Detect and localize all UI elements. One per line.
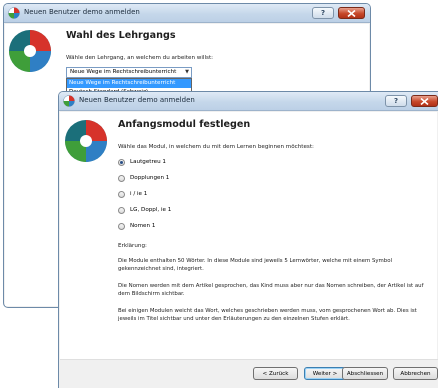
back-description: Wähle den Lehrgang, an welchem du arbeit… (66, 55, 214, 61)
back-window-title: Neuen Benutzer demo anmelden (24, 8, 140, 16)
explanation-heading: Erklärung: (118, 243, 147, 249)
front-window-title: Neuen Benutzer demo anmelden (79, 96, 195, 104)
radio-button-selected[interactable] (118, 158, 125, 166)
course-option[interactable]: Neue Wege im Rechtschreibunterricht (67, 79, 191, 88)
next-button[interactable]: Weiter > (304, 367, 346, 380)
front-content: Anfangsmodul festlegen Wähle das Modul, … (60, 112, 437, 387)
module-option-dopplungen[interactable]: Dopplungen 1 (118, 173, 169, 183)
explanation-paragraph: Die Nomen werden mit dem Artikel gesproc… (118, 283, 424, 297)
app-icon (8, 7, 20, 19)
front-title-bar: Neuen Benutzer demo anmelden ? (59, 92, 438, 111)
front-help-button[interactable]: ? (385, 95, 407, 107)
wizard-button-bar: < Zurück Weiter > Abschliessen Abbrechen (60, 359, 438, 388)
app-logo-icon (65, 120, 107, 162)
back-help-button[interactable]: ? (312, 7, 334, 19)
module-option-i-ie[interactable]: i / ie 1 (118, 189, 147, 199)
module-option-nomen[interactable]: Nomen 1 (118, 221, 155, 231)
module-label: Dopplungen 1 (130, 175, 170, 181)
module-label: Nomen 1 (130, 223, 156, 229)
radio-button[interactable] (118, 174, 125, 182)
app-logo-icon (9, 30, 51, 72)
front-description: Wähle das Modul, in welchem du mit dem L… (118, 144, 314, 150)
radio-button[interactable] (118, 206, 125, 214)
cancel-button[interactable]: Abbrechen (393, 367, 438, 380)
front-page-title: Anfangsmodul festlegen (118, 119, 251, 130)
app-icon (63, 95, 75, 107)
radio-button[interactable] (118, 222, 125, 230)
explanation-paragraph: Bei einigen Modulen weicht das Wort, wel… (118, 308, 417, 322)
course-select-value: Neue Wege im Rechtschreibunterricht (70, 69, 177, 75)
back-button[interactable]: < Zurück (253, 367, 298, 380)
course-select[interactable]: Neue Wege im Rechtschreibunterricht ▼ (66, 67, 192, 78)
close-icon (347, 9, 356, 17)
module-label: Lautgetreu 1 (130, 159, 166, 165)
back-title-bar: Neuen Benutzer demo anmelden ? (4, 4, 370, 23)
dropdown-arrow-icon: ▼ (185, 69, 189, 75)
close-icon (420, 97, 429, 105)
module-option-lautgetreu[interactable]: Lautgetreu 1 (118, 157, 166, 167)
module-label: LG, Doppl, ie 1 (130, 207, 172, 213)
front-wizard-window: Neuen Benutzer demo anmelden ? Anfangsmo… (58, 91, 438, 388)
back-page-title: Wahl des Lehrgangs (66, 30, 176, 41)
module-option-lg-doppl-ie[interactable]: LG, Doppl, ie 1 (118, 205, 171, 215)
finish-button[interactable]: Abschliessen (342, 367, 388, 380)
explanation-paragraph: Die Module enthalten 50 Wörter. In diese… (118, 258, 393, 272)
front-close-button[interactable] (411, 95, 438, 107)
module-label: i / ie 1 (130, 191, 148, 197)
back-close-button[interactable] (338, 7, 365, 19)
help-icon: ? (320, 9, 326, 17)
radio-button[interactable] (118, 190, 125, 198)
help-icon: ? (393, 97, 399, 105)
